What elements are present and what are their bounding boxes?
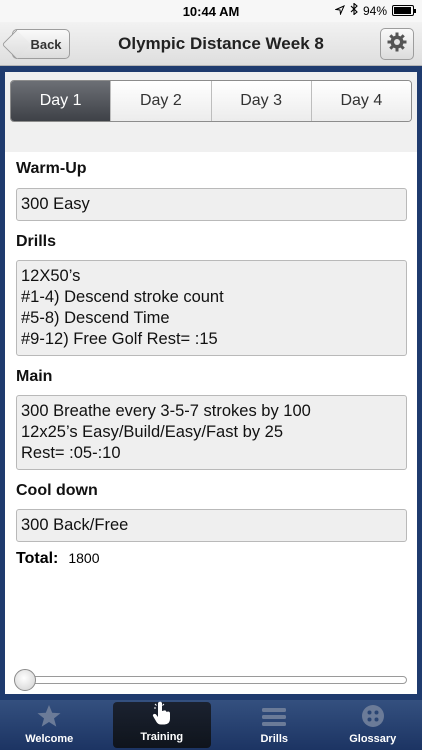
battery-percent: 94%: [362, 3, 387, 18]
battery-icon: [392, 5, 416, 16]
status-bar: 10:44 AM 94%: [0, 0, 422, 22]
main-box: 300 Breathe every 3-5-7 strokes by 100 1…: [16, 395, 407, 470]
gear-icon: [387, 32, 407, 57]
tab-day-4[interactable]: Day 4: [310, 81, 411, 121]
tab-bar: Welcome Training Drills Glossary: [0, 700, 422, 750]
drills-line: #5-8) Descend Time: [21, 309, 170, 327]
drills-label: Drills: [16, 233, 57, 250]
tab-drills-label: Drills: [260, 733, 288, 745]
warmup-line: 300 Easy: [21, 195, 90, 213]
content-frame: Day 1 Day 2 Day 3 Day 4 Warm-Up 300 Easy…: [0, 66, 422, 700]
total-row: Total: 1800: [16, 550, 100, 568]
cooldown-line: 300 Back/Free: [21, 516, 129, 534]
drills-line: #1-4) Descend stroke count: [21, 288, 224, 306]
main-line: Rest= :05-:10: [21, 444, 121, 462]
cooldown-label: Cool down: [16, 482, 98, 499]
drills-line: 12X50’s: [21, 267, 81, 285]
nav-bar: Back Olympic Distance Week 8: [0, 22, 422, 66]
warmup-label: Warm-Up: [16, 160, 87, 177]
tab-training-label: Training: [140, 731, 184, 743]
day-segmented-control: Day 1 Day 2 Day 3 Day 4: [10, 80, 412, 122]
total-label: Total:: [16, 550, 59, 567]
tab-day-3[interactable]: Day 3: [210, 81, 311, 121]
total-value: 1800: [68, 550, 100, 566]
star-icon: [36, 704, 62, 731]
hand-pointer-icon: [150, 700, 174, 729]
workout-panel: Day 1 Day 2 Day 3 Day 4 Warm-Up 300 Easy…: [5, 72, 417, 694]
back-button[interactable]: Back: [12, 29, 70, 59]
list-icon: [261, 706, 287, 731]
tab-training[interactable]: Training: [112, 700, 211, 748]
bluetooth-icon: [350, 2, 358, 18]
slider-thumb[interactable]: [14, 669, 36, 691]
drills-line: #9-12) Free Golf Rest= :15: [21, 330, 218, 348]
location-arrow-icon: [334, 4, 345, 18]
tab-welcome-label: Welcome: [25, 733, 74, 745]
tab-day-1[interactable]: Day 1: [11, 81, 111, 121]
day-tabs-area: Day 1 Day 2 Day 3 Day 4: [5, 72, 417, 152]
cooldown-box: 300 Back/Free: [16, 509, 407, 542]
drills-box: 12X50’s #1-4) Descend stroke count #5-8)…: [16, 260, 407, 356]
main-line: 12x25’s Easy/Build/Easy/Fast by 25: [21, 423, 284, 441]
main-label: Main: [16, 368, 53, 385]
warmup-box: 300 Easy: [16, 188, 407, 221]
back-button-label: Back: [30, 36, 62, 52]
settings-button[interactable]: [380, 28, 414, 60]
tab-day-2[interactable]: Day 2: [110, 81, 211, 121]
status-indicators: 94%: [334, 2, 416, 18]
tab-drills[interactable]: Drills: [225, 700, 324, 750]
tab-glossary[interactable]: Glossary: [324, 700, 422, 750]
page-title: Olympic Distance Week 8: [118, 34, 324, 53]
slider[interactable]: [14, 669, 407, 691]
main-line: 300 Breathe every 3-5-7 strokes by 100: [21, 402, 311, 420]
tab-welcome[interactable]: Welcome: [0, 700, 99, 750]
button-icon: [361, 704, 385, 731]
tab-glossary-label: Glossary: [349, 733, 397, 745]
